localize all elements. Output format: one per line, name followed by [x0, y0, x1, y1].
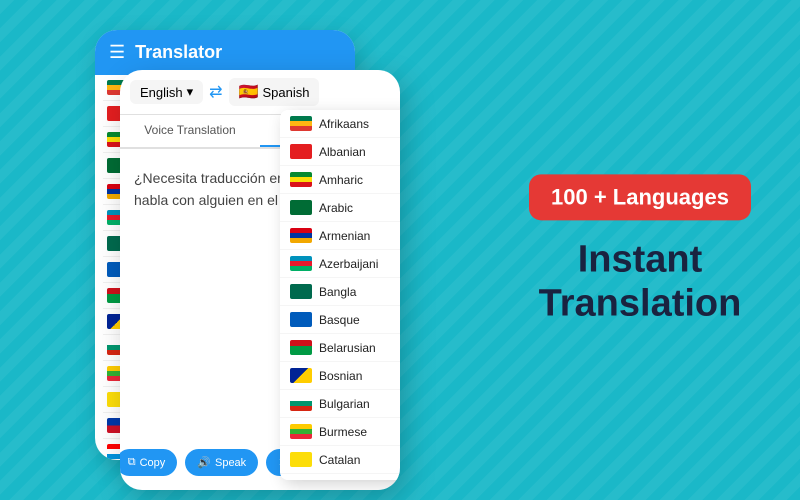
list-item[interactable]: Belarusian: [280, 334, 400, 362]
lang-name: Armenian: [319, 229, 370, 243]
lang-name: Bulgarian: [319, 397, 370, 411]
list-item[interactable]: Arabic: [280, 194, 400, 222]
list-item[interactable]: Catalan: [280, 446, 400, 474]
list-item[interactable]: Basque: [280, 306, 400, 334]
app-bar: ☰ Translator: [95, 30, 355, 75]
list-item[interactable]: Bulgarian: [280, 390, 400, 418]
list-item[interactable]: Albanian: [280, 138, 400, 166]
list-item[interactable]: Cebuano: [280, 474, 400, 480]
hamburger-icon[interactable]: ☰: [109, 42, 125, 63]
lang-name: Afrikaans: [319, 117, 369, 131]
lang-selector: English ▾ ⇄ 🇪🇸 Spanish: [120, 70, 400, 115]
lang-name: Azerbaijani: [319, 257, 378, 271]
tab-voice-translation[interactable]: Voice Translation: [120, 115, 260, 147]
list-item[interactable]: Azerbaijani: [280, 250, 400, 278]
flag-icon: [290, 256, 312, 271]
flag-icon: [290, 116, 312, 131]
source-lang-label: English: [140, 85, 183, 100]
lang-name: Arabic: [319, 201, 353, 215]
lang-name: Albanian: [319, 145, 366, 159]
flag-icon: [290, 340, 312, 355]
language-dropdown[interactable]: Afrikaans Albanian Amharic Arabic Armenian Az…: [280, 110, 400, 480]
flag-icon: [290, 200, 312, 215]
flag-icon: [290, 284, 312, 299]
source-lang-button[interactable]: English ▾: [130, 80, 203, 104]
lang-name: Basque: [319, 313, 360, 327]
instant-translation-heading: Instant Translation: [510, 238, 770, 325]
target-lang-button[interactable]: 🇪🇸 Spanish: [229, 78, 320, 106]
lang-name: Belarusian: [319, 341, 376, 355]
speak-icon: 🔊: [197, 456, 211, 469]
flag-icon: [290, 452, 312, 467]
lang-name: Bangla: [319, 285, 356, 299]
list-item[interactable]: Bangla: [280, 278, 400, 306]
list-item[interactable]: Amharic: [280, 166, 400, 194]
flag-icon: [290, 228, 312, 243]
flag-icon: [290, 144, 312, 159]
lang-name: Catalan: [319, 453, 360, 467]
lang-name: Burmese: [319, 425, 367, 439]
swap-icon[interactable]: ⇄: [209, 82, 222, 102]
phone-front: English ▾ ⇄ 🇪🇸 Spanish Voice Translation…: [120, 70, 400, 490]
speak-button[interactable]: 🔊 Speak: [185, 449, 258, 476]
copy-icon: ⧉: [128, 456, 136, 469]
list-item[interactable]: Burmese: [280, 418, 400, 446]
flag-icon: [290, 396, 312, 411]
flag-icon: [290, 172, 312, 187]
app-title: Translator: [135, 42, 222, 63]
dropdown-arrow-icon: ▾: [187, 84, 194, 100]
flag-icon: [290, 368, 312, 383]
copy-button[interactable]: ⧉ Copy: [120, 449, 177, 476]
list-item[interactable]: Afrikaans: [280, 110, 400, 138]
list-item[interactable]: Bosnian: [280, 362, 400, 390]
flag-icon: [290, 312, 312, 327]
lang-name: Bosnian: [319, 369, 362, 383]
target-lang-label: Spanish: [263, 85, 310, 100]
lang-name: Amharic: [319, 173, 363, 187]
list-item[interactable]: Armenian: [280, 222, 400, 250]
languages-badge: 100 + Languages: [529, 174, 751, 220]
flag-icon: [290, 424, 312, 439]
right-panel: 100 + Languages Instant Translation: [510, 174, 770, 325]
